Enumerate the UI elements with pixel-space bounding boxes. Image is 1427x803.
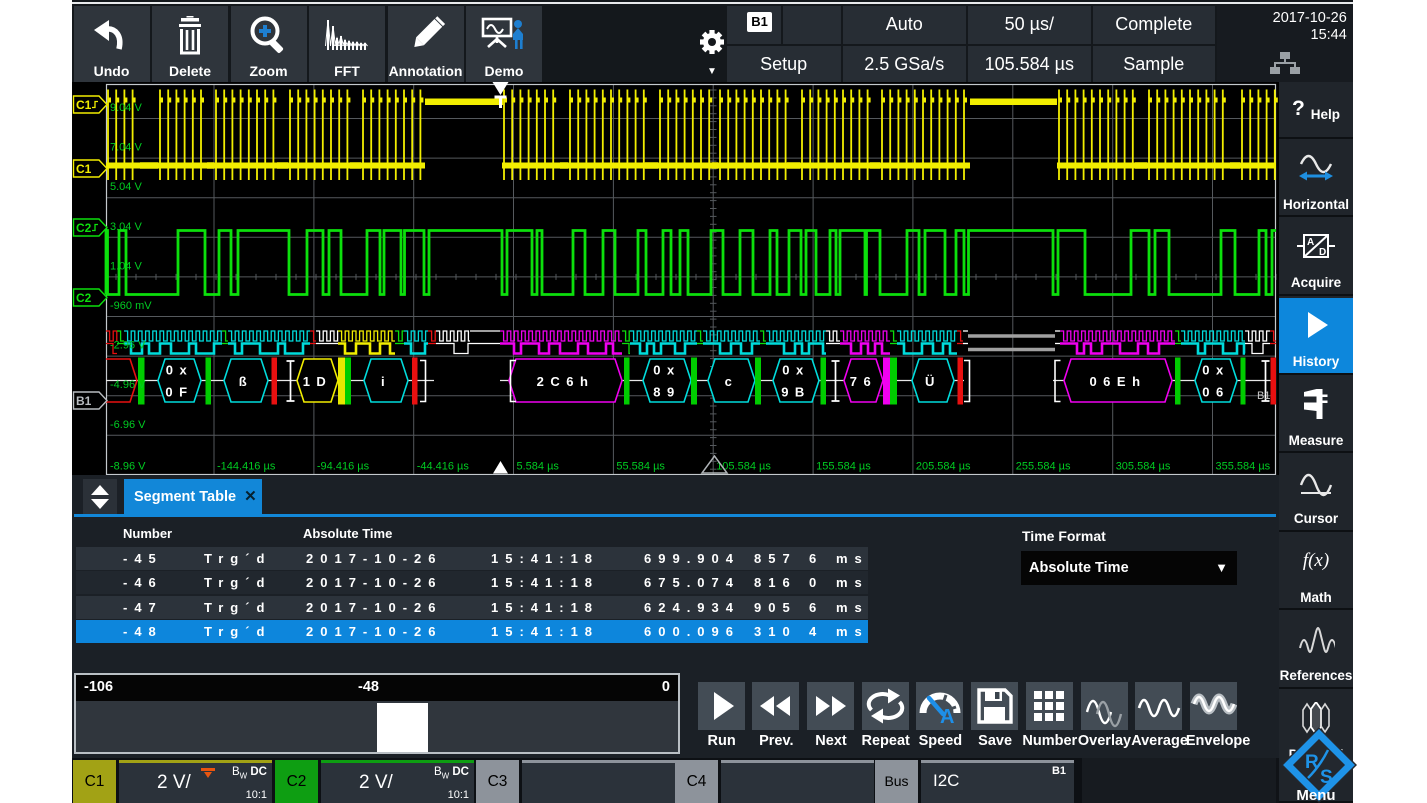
svg-text:B1: B1 [1257, 390, 1270, 402]
svg-text:355.584 µs: 355.584 µs [1216, 460, 1271, 472]
svg-text:-8.96 V: -8.96 V [110, 460, 146, 472]
svg-text:ß: ß [239, 374, 253, 389]
svg-text:89: 89 [653, 385, 680, 400]
svg-text:i: i [381, 374, 391, 389]
svg-text:0x: 0x [782, 363, 809, 378]
svg-text:A: A [940, 706, 954, 728]
svg-text:5.04 V: 5.04 V [110, 181, 142, 193]
svg-text:9B: 9B [781, 385, 811, 400]
svg-text:06: 06 [1202, 385, 1229, 400]
svg-text:205.584 µs: 205.584 µs [916, 460, 971, 472]
svg-text:0x: 0x [166, 363, 193, 378]
svg-text:-94.416 µs: -94.416 µs [317, 460, 370, 472]
svg-text:06Eh: 06Eh [1089, 374, 1146, 389]
svg-text:155.584 µs: 155.584 µs [816, 460, 871, 472]
svg-text:7.04 V: 7.04 V [110, 142, 142, 154]
svg-text:R: R [1305, 752, 1319, 773]
svg-text:-2.96 V: -2.96 V [110, 340, 146, 352]
svg-text:Ü: Ü [925, 374, 941, 389]
svg-text:C1: C1 [76, 162, 92, 176]
svg-text:255.584 µs: 255.584 µs [1016, 460, 1071, 472]
svg-text:-4.96 V: -4.96 V [110, 379, 146, 391]
svg-text:c: c [725, 374, 739, 389]
svg-text:0x: 0x [653, 363, 680, 378]
svg-text:3.04 V: 3.04 V [110, 221, 142, 233]
svg-text:-960 mV: -960 mV [110, 300, 152, 312]
svg-text:2C6h: 2C6h [537, 374, 595, 389]
svg-text:76: 76 [850, 374, 877, 389]
svg-text:-6.96 V: -6.96 V [110, 419, 146, 431]
svg-text:A: A [1307, 237, 1314, 248]
svg-text:305.584 µs: 305.584 µs [1116, 460, 1171, 472]
svg-text:-144.416 µs: -144.416 µs [217, 460, 276, 472]
svg-text:0x: 0x [1202, 363, 1229, 378]
svg-text:C1: C1 [76, 98, 92, 112]
svg-text:9.04 V: 9.04 V [110, 102, 142, 114]
svg-text:B1: B1 [76, 394, 92, 408]
svg-text:1.04 V: 1.04 V [110, 260, 142, 272]
svg-text:S: S [1320, 767, 1333, 788]
svg-text:0F: 0F [165, 385, 193, 400]
svg-text:-44.416 µs: -44.416 µs [417, 460, 470, 472]
svg-text:C2: C2 [76, 221, 92, 235]
svg-text:C2: C2 [76, 291, 92, 305]
svg-text:1D: 1D [303, 374, 333, 389]
svg-text:5.584 µs: 5.584 µs [517, 460, 560, 472]
svg-text:55.584 µs: 55.584 µs [616, 460, 665, 472]
svg-text:D: D [1319, 247, 1326, 258]
